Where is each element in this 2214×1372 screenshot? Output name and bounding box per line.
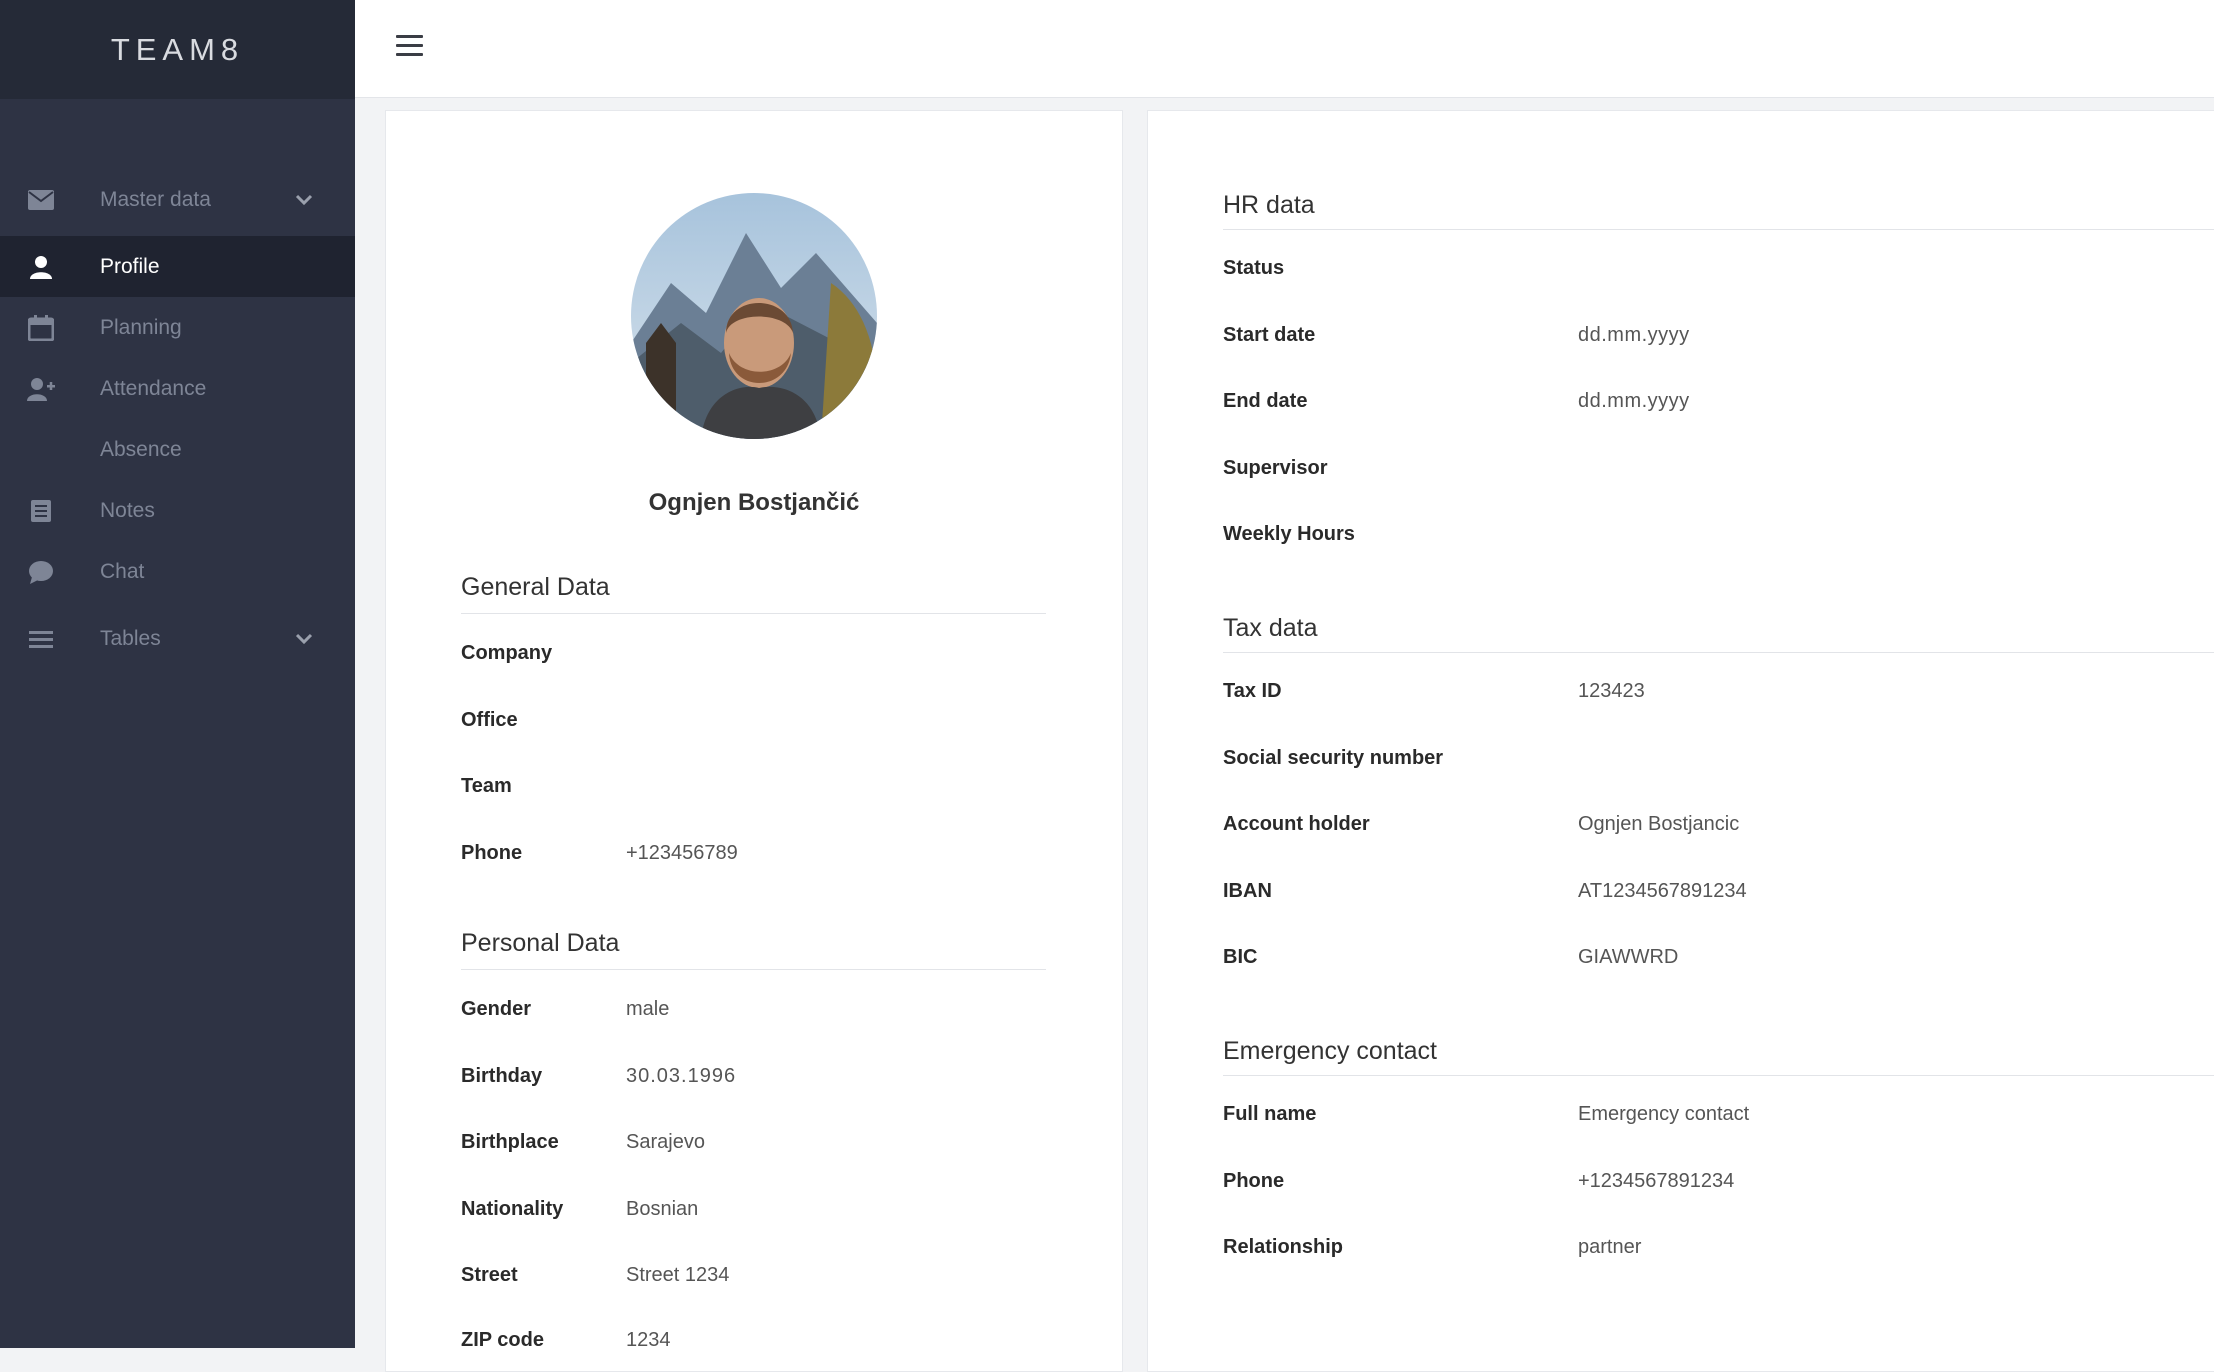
field-label-office: Office: [461, 709, 518, 731]
divider: [461, 613, 1046, 614]
field-value-full-name: Emergency contact: [1578, 1103, 1750, 1125]
hamburger-menu-icon[interactable]: [396, 35, 423, 57]
field-label-emergency-phone: Phone: [1223, 1170, 1285, 1192]
field-value-street: Street 1234: [626, 1264, 730, 1286]
sidebar-item-notes[interactable]: Notes: [0, 480, 355, 541]
sidebar: TEAM8 Master data Profile Planning Atten…: [0, 0, 355, 1348]
field-label-status: Status: [1223, 257, 1285, 279]
profile-name: Ognjen Bostjančić: [648, 489, 860, 516]
divider: [1223, 1075, 2214, 1076]
profile-card: Ognjen Bostjančić General Data Company O…: [385, 110, 1123, 1372]
field-value-start-date: dd.mm.yyyy: [1578, 324, 1690, 346]
sidebar-item-tables[interactable]: Tables: [0, 602, 355, 675]
sidebar-nav: Master data Profile Planning Attendance …: [0, 163, 355, 675]
field-label-nationality: Nationality: [461, 1198, 564, 1220]
user-icon: [27, 253, 55, 281]
field-label-team: Team: [461, 775, 512, 797]
field-value-relationship: partner: [1578, 1236, 1642, 1258]
field-label-bic: BIC: [1223, 946, 1258, 968]
field-label-gender: Gender: [461, 998, 532, 1020]
section-title-tax: Tax data: [1223, 614, 1318, 642]
calendar-icon: [27, 314, 55, 342]
sidebar-item-label: Notes: [100, 498, 155, 522]
section-title-personal: Personal Data: [461, 929, 620, 957]
field-label-birthplace: Birthplace: [461, 1131, 559, 1153]
chat-bubble-icon: [27, 558, 55, 586]
field-label-company: Company: [461, 642, 553, 664]
sidebar-item-label: Chat: [100, 559, 145, 583]
field-value-account-holder: Ognjen Bostjancic: [1578, 813, 1740, 835]
sidebar-item-profile[interactable]: Profile: [0, 236, 355, 297]
divider: [461, 969, 1046, 970]
field-value-iban: AT1234567891234: [1578, 880, 1747, 902]
sidebar-item-label: Planning: [100, 315, 182, 339]
sidebar-item-master-data[interactable]: Master data: [0, 163, 355, 236]
field-value-birthplace: Sarajevo: [626, 1131, 705, 1153]
notes-icon: [27, 497, 55, 525]
divider: [1223, 652, 2214, 653]
sidebar-item-label: Tables: [100, 626, 161, 650]
field-label-birthday: Birthday: [461, 1065, 543, 1087]
field-value-birthday: 30.03.1996: [626, 1065, 737, 1087]
field-label-zip: ZIP code: [461, 1329, 544, 1351]
field-value-phone: +123456789: [626, 842, 738, 864]
sidebar-item-label: Attendance: [100, 376, 207, 400]
details-card: HR data Status Start date dd.mm.yyyy End…: [1147, 110, 2214, 1372]
envelope-icon: [27, 186, 55, 214]
user-plus-icon: [27, 375, 55, 403]
section-title-emergency: Emergency contact: [1223, 1037, 1437, 1065]
top-bar: [355, 0, 2214, 98]
field-label-full-name: Full name: [1223, 1103, 1317, 1125]
divider: [1223, 229, 2214, 230]
list-icon: [27, 625, 55, 653]
field-value-tax-id: 123423: [1578, 680, 1645, 702]
field-value-nationality: Bosnian: [626, 1198, 699, 1220]
field-value-emergency-phone: +1234567891234: [1578, 1170, 1735, 1192]
avatar: [631, 193, 877, 439]
sidebar-item-planning[interactable]: Planning: [0, 297, 355, 358]
section-title-hr: HR data: [1223, 191, 1315, 219]
section-title-general: General Data: [461, 573, 610, 601]
field-label-supervisor: Supervisor: [1223, 457, 1328, 479]
field-label-street: Street: [461, 1264, 518, 1286]
field-value-zip: 1234: [626, 1329, 671, 1351]
sidebar-item-attendance[interactable]: Attendance: [0, 358, 355, 419]
sidebar-item-label: Profile: [100, 254, 160, 278]
field-label-relationship: Relationship: [1223, 1236, 1344, 1258]
field-label-tax-id: Tax ID: [1223, 680, 1282, 702]
field-value-gender: male: [626, 998, 670, 1020]
chevron-down-icon: [295, 627, 313, 651]
field-value-end-date: dd.mm.yyyy: [1578, 390, 1690, 412]
field-label-iban: IBAN: [1223, 880, 1272, 902]
field-label-weekly-hours: Weekly Hours: [1223, 523, 1355, 545]
field-label-start-date: Start date: [1223, 324, 1316, 346]
sidebar-item-label: Absence: [100, 437, 182, 461]
brand-logo[interactable]: TEAM8: [0, 0, 355, 99]
field-label-ssn: Social security number: [1223, 747, 1444, 769]
sidebar-item-label: Master data: [100, 187, 211, 211]
field-label-phone: Phone: [461, 842, 523, 864]
chevron-down-icon: [295, 188, 313, 212]
field-value-bic: GIAWWRD: [1578, 946, 1679, 968]
field-label-account-holder: Account holder: [1223, 813, 1370, 835]
sidebar-item-absence[interactable]: Absence: [0, 419, 355, 480]
sidebar-item-chat[interactable]: Chat: [0, 541, 355, 602]
field-label-end-date: End date: [1223, 390, 1308, 412]
